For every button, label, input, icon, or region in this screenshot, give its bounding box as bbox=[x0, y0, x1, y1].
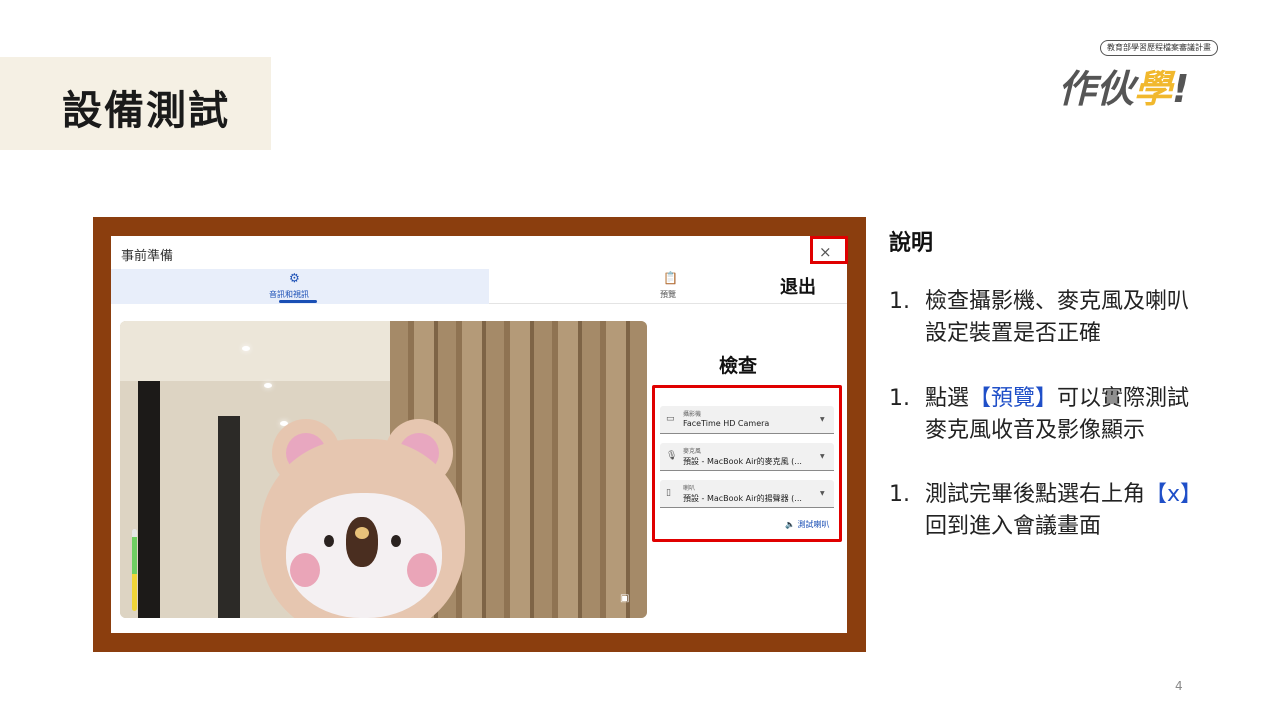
logo-part2: 學 bbox=[1134, 67, 1173, 111]
logo-part3: ! bbox=[1172, 67, 1190, 111]
item-number: 1. bbox=[889, 289, 910, 314]
tab-audio-video[interactable]: ⚙ 音訊和視訊 bbox=[111, 269, 489, 304]
description-heading: 說明 bbox=[889, 231, 934, 256]
logo-tagline: 教育部學習歷程檔案審議計畫 bbox=[1100, 40, 1218, 56]
tab-bar: ⚙ 音訊和視訊 📋 預覽 退出 bbox=[111, 269, 847, 304]
clipboard-icon[interactable]: 📋 bbox=[663, 271, 678, 285]
page-number: 4 bbox=[1175, 679, 1183, 693]
item-highlight: 【x】 bbox=[1145, 482, 1203, 507]
item-highlight: 【預覽】 bbox=[969, 386, 1058, 411]
ceiling-light bbox=[264, 383, 272, 388]
item-text: 回到進入會議畫面 bbox=[925, 514, 1102, 539]
item-text-part: 可以實際測試 bbox=[1057, 386, 1190, 411]
feedback-icon[interactable]: ▣ bbox=[620, 593, 629, 604]
item-text-part: 測試完畢後點選右上角 bbox=[925, 482, 1146, 507]
ceiling-light bbox=[242, 346, 250, 351]
plush-cheek bbox=[290, 553, 320, 587]
close-highlight-box bbox=[810, 236, 848, 264]
video-door bbox=[218, 416, 240, 618]
tab-indicator bbox=[279, 300, 317, 303]
tab-preview-label[interactable]: 預覽 bbox=[660, 289, 676, 300]
plush-nose bbox=[346, 517, 378, 567]
plush-cheek bbox=[407, 553, 437, 587]
settings-sound-icon: ⚙ bbox=[289, 271, 300, 285]
video-door bbox=[138, 381, 160, 618]
item-text: 點選【預覽】可以實際測試 bbox=[925, 383, 1189, 415]
plush-eye bbox=[324, 535, 334, 547]
logo-part1: 作伙 bbox=[1058, 67, 1135, 111]
item-text: 檢查攝影機、麥克風及喇叭 bbox=[925, 289, 1190, 314]
plush-eye bbox=[391, 535, 401, 547]
dialog-title: 事前準備 bbox=[121, 249, 174, 264]
item-text: 設定裝置是否正確 bbox=[925, 321, 1102, 346]
logo-wordmark: 作伙學! bbox=[1058, 58, 1189, 113]
tab-audio-video-label: 音訊和視訊 bbox=[269, 290, 309, 299]
item-text: 麥克風收音及影像顯示 bbox=[925, 418, 1146, 443]
slide-title: 設備測試 bbox=[62, 88, 230, 134]
item-number: 1. bbox=[889, 482, 910, 507]
devices-highlight-box bbox=[652, 385, 842, 542]
exit-annotation: 退出 bbox=[780, 277, 816, 298]
item-text: 測試完畢後點選右上角【x】 bbox=[925, 479, 1202, 511]
item-number: 1. bbox=[889, 386, 910, 411]
audio-level-meter bbox=[132, 529, 137, 611]
camera-preview: ▣ bbox=[120, 321, 647, 618]
logo: 教育部學習歷程檔案審議計畫 作伙學! bbox=[1058, 40, 1218, 120]
item-text-part: 點選 bbox=[925, 386, 970, 411]
check-annotation: 檢查 bbox=[719, 355, 758, 377]
